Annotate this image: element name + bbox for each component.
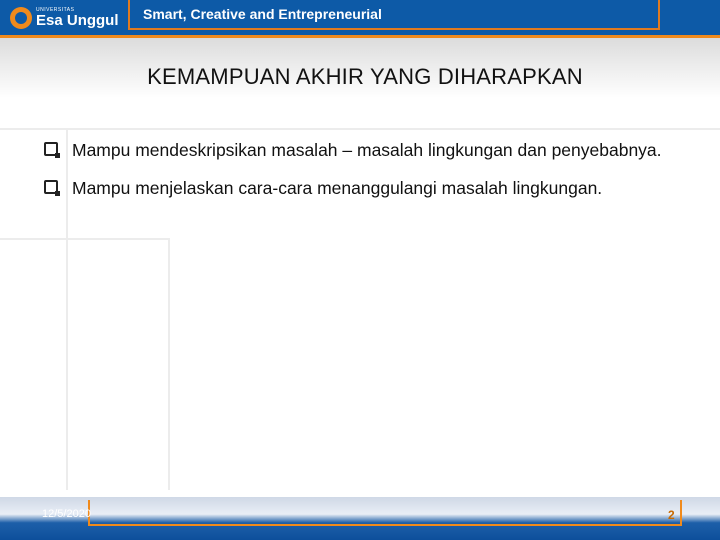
bullet-text: Mampu mendeskripsikan masalah – masalah … (72, 140, 662, 160)
esa-unggul-logo-icon (10, 7, 32, 29)
square-bullet-icon (44, 180, 60, 196)
logo-name: Esa Unggul (36, 12, 119, 29)
footer-outline (88, 500, 682, 526)
bullet-item: Mampu mendeskripsikan masalah – masalah … (44, 138, 694, 162)
footer-date: 12/5/2020 (42, 508, 91, 520)
logo-text: UNIVERSITAS Esa Unggul (36, 8, 119, 29)
bg-grid-line (168, 240, 170, 490)
slide-title: KEMAMPUAN AKHIR YANG DIHARAPKAN (147, 64, 583, 89)
header-bar: UNIVERSITAS Esa Unggul Smart, Creative a… (0, 0, 720, 38)
bullet-item: Mampu menjelaskan cara-cara menanggulang… (44, 176, 694, 200)
logo: UNIVERSITAS Esa Unggul (10, 4, 119, 32)
tagline: Smart, Creative and Entrepreneurial (143, 6, 382, 22)
bullet-text: Mampu menjelaskan cara-cara menanggulang… (72, 178, 603, 198)
bg-grid-line (0, 128, 720, 130)
square-bullet-icon (44, 142, 60, 158)
page-number: 2 (668, 508, 675, 522)
bg-grid-line (0, 238, 170, 240)
bullet-list: Mampu mendeskripsikan masalah – masalah … (44, 138, 694, 214)
